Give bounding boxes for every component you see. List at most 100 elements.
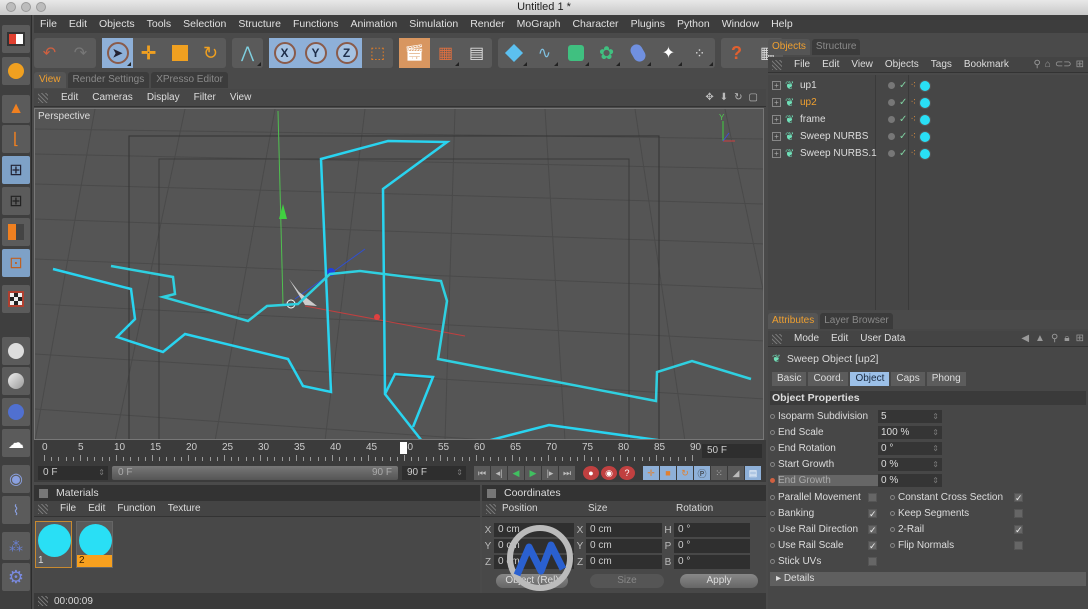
subtab-phong[interactable]: Phong (926, 372, 966, 386)
viewport-menu-display[interactable]: Display (140, 92, 187, 103)
expand-toggle[interactable]: + (772, 81, 781, 90)
start-growth-input[interactable]: 0 % (878, 457, 942, 471)
grip-handle[interactable] (38, 503, 48, 514)
end-scale-input[interactable]: 100 % (878, 425, 942, 439)
phong-tag-icon[interactable]: ⁖ (910, 131, 916, 142)
tab-attributes[interactable]: Attributes (768, 313, 819, 329)
sculpt-tool-button[interactable] (2, 367, 30, 395)
new-panel-icon[interactable]: ⊞ (1076, 59, 1084, 70)
model-mode-button[interactable] (2, 57, 30, 85)
search-icon[interactable]: ⚲ (1033, 59, 1040, 70)
materials-menu-edit[interactable]: Edit (82, 503, 111, 514)
enabled-check[interactable]: ✓ (899, 131, 907, 142)
render-settings-button[interactable]: ▤ (461, 38, 492, 68)
add-nurbs-button[interactable] (560, 38, 591, 68)
menu-character[interactable]: Character (566, 18, 624, 30)
points-mode-button[interactable]: ⊞ (2, 156, 30, 184)
play-backward-button[interactable]: ◀ (508, 466, 524, 480)
add-deformer-button[interactable] (622, 38, 653, 68)
subtab-caps[interactable]: Caps (891, 372, 925, 386)
sphere-tool-button[interactable] (2, 337, 30, 365)
tab-xpresso-editor[interactable]: XPresso Editor (151, 72, 228, 88)
phong-tag-icon[interactable]: ⁖ (910, 97, 916, 108)
objects-menu-tags[interactable]: Tags (925, 59, 958, 70)
add-spline-button[interactable]: ∿ (529, 38, 560, 68)
back-arrow-icon[interactable]: ◀ (1021, 333, 1029, 344)
x-axis-lock-button[interactable]: X (269, 38, 300, 68)
rotate-button[interactable]: ↻ (195, 38, 226, 68)
materials-menu-file[interactable]: File (54, 503, 82, 514)
transform-tool-button[interactable]: ⁂ (2, 532, 30, 560)
parallel-movement-checkbox[interactable] (868, 492, 877, 502)
autokey-button[interactable]: ◉ (601, 466, 617, 480)
key-points-button[interactable]: ⁙ (711, 466, 727, 480)
object-row-up1[interactable]: + ❦ up1 ✓ ⁖ (768, 77, 1088, 94)
size-y-field[interactable]: 0 cm (586, 539, 662, 553)
grip-handle[interactable] (486, 503, 496, 514)
flip-normals-checkbox[interactable] (1014, 540, 1023, 550)
end-frame-field[interactable]: 90 F (402, 466, 466, 480)
tab-layer-browser[interactable]: Layer Browser (820, 313, 893, 329)
subtab-object[interactable]: Object (850, 372, 890, 386)
forward-arrow-icon[interactable]: ▲ (1035, 333, 1045, 344)
isoparm-subdivision-input[interactable]: 5 (878, 409, 942, 423)
render-view-button[interactable]: 🎬︎ (399, 38, 430, 68)
viewport-menu-cameras[interactable]: Cameras (85, 92, 140, 103)
orbit-view-icon[interactable]: ↻ (734, 92, 742, 103)
edges-mode-button[interactable]: ⊞ (2, 187, 30, 215)
spline-frame[interactable] (383, 372, 435, 428)
attributes-menu-user-data[interactable]: User Data (854, 333, 911, 344)
menu-tools[interactable]: Tools (141, 18, 178, 30)
expand-toggle[interactable]: + (772, 149, 781, 158)
menu-window[interactable]: Window (716, 18, 765, 30)
link-icon[interactable]: ⊂⊃ (1055, 59, 1072, 70)
menu-render[interactable]: Render (464, 18, 510, 30)
enabled-check[interactable]: ✓ (899, 114, 907, 125)
rotation-h-field[interactable]: 0 ° (674, 523, 750, 537)
end-growth-input[interactable]: 0 % (878, 473, 942, 487)
objects-menu-view[interactable]: View (845, 59, 879, 70)
add-cube-button[interactable] (498, 38, 529, 68)
visibility-dot[interactable] (888, 133, 895, 140)
previous-key-button[interactable]: ◂| (491, 466, 507, 480)
object-row-up2[interactable]: + ❦ up2 ✓ ⁖ (768, 94, 1088, 111)
subtab-coord[interactable]: Coord. (808, 372, 849, 386)
tab-objects[interactable]: Objects (768, 39, 810, 55)
size-x-field[interactable]: 0 cm (586, 523, 662, 537)
dolly-view-icon[interactable]: ⬇ (720, 92, 728, 103)
axis-mode-button[interactable]: ⌊ (2, 125, 30, 153)
materials-menu-function[interactable]: Function (111, 503, 161, 514)
material-tag[interactable] (919, 79, 932, 92)
play-forward-button[interactable]: ▶ (525, 466, 541, 480)
viewport-menu-edit[interactable]: Edit (54, 92, 85, 103)
tab-view[interactable]: View (34, 72, 66, 88)
menu-file[interactable]: File (34, 18, 63, 30)
menu-python[interactable]: Python (671, 18, 716, 30)
playhead[interactable] (400, 442, 407, 454)
visibility-dot[interactable] (888, 116, 895, 123)
materials-menu-texture[interactable]: Texture (162, 503, 207, 514)
subtab-basic[interactable]: Basic (772, 372, 807, 386)
menu-edit[interactable]: Edit (63, 18, 93, 30)
rotation-p-field[interactable]: 0 ° (674, 539, 750, 553)
objects-menu-bookmark[interactable]: Bookmark (958, 59, 1015, 70)
panel-toggle[interactable] (487, 488, 496, 498)
phong-tag-icon[interactable]: ⁖ (910, 148, 916, 159)
key-parameter-button[interactable]: Ⓟ (694, 466, 710, 480)
home-icon[interactable]: ⌂ (1045, 59, 1051, 70)
material-swatch-1[interactable]: 1 (35, 521, 72, 568)
enabled-check[interactable]: ✓ (899, 80, 907, 91)
menu-selection[interactable]: Selection (177, 18, 232, 30)
menu-structure[interactable]: Structure (232, 18, 287, 30)
object-axis-button[interactable]: ▲ (2, 95, 30, 123)
scale-button[interactable] (164, 38, 195, 68)
menu-mograph[interactable]: MoGraph (511, 18, 567, 30)
help-button[interactable]: ? (721, 38, 752, 68)
tab-structure[interactable]: Structure (811, 39, 861, 55)
attributes-menu-mode[interactable]: Mode (788, 333, 825, 344)
camera-tool-button[interactable]: ◉ (2, 465, 30, 493)
maximize-view-icon[interactable]: ▢ (749, 92, 758, 103)
keyframe-selection-button[interactable]: ? (619, 466, 635, 480)
minimize-window-button[interactable] (21, 2, 31, 12)
end-rotation-input[interactable]: 0 ° (878, 441, 942, 455)
